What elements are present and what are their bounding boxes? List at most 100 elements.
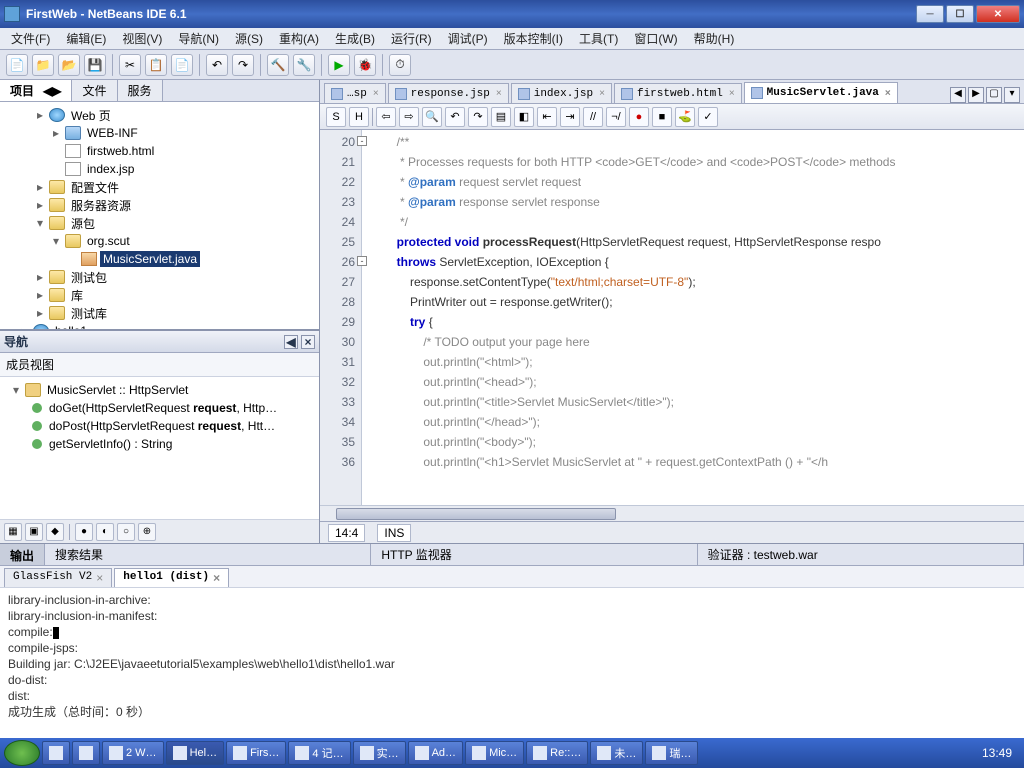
taskbar-item[interactable]: 实…: [353, 741, 406, 765]
navigator-tree[interactable]: ▾MusicServlet :: HttpServletdoGet(HttpSe…: [0, 377, 319, 519]
nav-back-button[interactable]: ⇦: [376, 107, 396, 127]
nav-btn[interactable]: ◐: [96, 523, 114, 541]
output-subtab[interactable]: GlassFish V2 ×: [4, 568, 112, 587]
save-button[interactable]: 💾: [84, 54, 106, 76]
tree-node[interactable]: index.jsp: [4, 160, 315, 178]
system-tray-clock[interactable]: 13:49: [974, 746, 1020, 760]
history-button[interactable]: H: [349, 107, 369, 127]
nav-member[interactable]: ▾MusicServlet :: HttpServlet: [4, 381, 315, 399]
taskbar-item[interactable]: Mic…: [465, 741, 524, 765]
menu-item[interactable]: 帮助(H): [687, 28, 742, 49]
shift-right-button[interactable]: ⇥: [560, 107, 580, 127]
nav-close-icon[interactable]: ×: [301, 335, 315, 349]
tab-projects[interactable]: 项目 ◀▶: [0, 80, 72, 101]
nav-btn[interactable]: ▦: [4, 523, 22, 541]
tree-node[interactable]: ▸库: [4, 286, 315, 304]
editor-tab[interactable]: MusicServlet.java×: [744, 82, 898, 103]
menu-item[interactable]: 文件(F): [4, 28, 57, 49]
code-area[interactable]: /** * Processes requests for both HTTP <…: [362, 130, 1024, 505]
taskbar-item[interactable]: 瑞…: [645, 741, 698, 765]
highlight-button[interactable]: ▤: [491, 107, 511, 127]
open-button[interactable]: 📂: [58, 54, 80, 76]
cut-button[interactable]: ✂: [119, 54, 141, 76]
undo-button[interactable]: ↶: [206, 54, 228, 76]
tree-node[interactable]: MusicServlet.java: [4, 250, 315, 268]
validator-tab[interactable]: 验证器 : testweb.war: [698, 544, 1024, 565]
uncomment-button[interactable]: ¬/: [606, 107, 626, 127]
start-button[interactable]: [4, 740, 40, 766]
find-prev-button[interactable]: ↶: [445, 107, 465, 127]
nav-btn[interactable]: ◆: [46, 523, 64, 541]
shift-left-button[interactable]: ⇤: [537, 107, 557, 127]
taskbar-item[interactable]: Re::…: [526, 741, 588, 765]
toggle-button[interactable]: ◧: [514, 107, 534, 127]
tree-node[interactable]: ▸服务器资源: [4, 196, 315, 214]
tab-services[interactable]: 服务: [118, 80, 163, 101]
arrow-icon[interactable]: ▶: [52, 84, 61, 98]
taskbar-item[interactable]: 4 记…: [288, 741, 350, 765]
tree-node[interactable]: ▾源包: [4, 214, 315, 232]
taskbar-item[interactable]: 2 W…: [102, 741, 164, 765]
find-next-button[interactable]: ↷: [468, 107, 488, 127]
close-button[interactable]: ✕: [976, 5, 1020, 23]
clean-build-button[interactable]: 🔧: [293, 54, 315, 76]
menu-item[interactable]: 源(S): [228, 28, 270, 49]
redo-button[interactable]: ↷: [232, 54, 254, 76]
nav-fwd-button[interactable]: ⇨: [399, 107, 419, 127]
copy-button[interactable]: 📋: [145, 54, 167, 76]
search-results-tab[interactable]: 搜索结果: [45, 544, 371, 565]
menu-item[interactable]: 视图(V): [115, 28, 169, 49]
output-subtab[interactable]: hello1 (dist) ×: [114, 568, 229, 587]
menu-item[interactable]: 生成(B): [328, 28, 382, 49]
menu-item[interactable]: 导航(N): [171, 28, 226, 49]
line-gutter[interactable]: 20-212223242526-27282930313233343536: [320, 130, 362, 505]
menu-item[interactable]: 窗口(W): [627, 28, 684, 49]
taskbar-item[interactable]: [72, 741, 100, 765]
menu-item[interactable]: 重构(A): [272, 28, 326, 49]
taskbar-item[interactable]: Hel…: [166, 741, 225, 765]
taskbar-item[interactable]: [42, 741, 70, 765]
output-label[interactable]: 输出: [0, 544, 45, 565]
tree-node[interactable]: ▸hello1: [4, 322, 315, 329]
stop-macro-button[interactable]: ■: [652, 107, 672, 127]
output-body[interactable]: library-inclusion-in-archive:library-inc…: [0, 588, 1024, 738]
tab-files[interactable]: 文件: [72, 80, 117, 101]
editor-tab[interactable]: …sp×: [324, 83, 386, 103]
profile-button[interactable]: ⏱: [389, 54, 411, 76]
arrow-icon[interactable]: ◀: [43, 84, 52, 98]
editor-tab[interactable]: response.jsp×: [388, 83, 509, 103]
nav-btn[interactable]: ▣: [25, 523, 43, 541]
editor-tab[interactable]: index.jsp×: [511, 83, 612, 103]
check-button[interactable]: ✓: [698, 107, 718, 127]
maximize-button[interactable]: ☐: [946, 5, 974, 23]
taskbar-item[interactable]: Ad…: [408, 741, 463, 765]
new-project-button[interactable]: 📁: [32, 54, 54, 76]
editor-tab[interactable]: firstweb.html×: [614, 83, 742, 103]
prev-tab-icon[interactable]: ◀: [950, 87, 966, 103]
tree-node[interactable]: firstweb.html: [4, 142, 315, 160]
navigator-view-combo[interactable]: 成员视图: [0, 353, 319, 377]
tree-node[interactable]: ▸测试包: [4, 268, 315, 286]
debug-button[interactable]: 🐞: [354, 54, 376, 76]
menu-item[interactable]: 调试(P): [441, 28, 495, 49]
tree-node[interactable]: ▸Web 页: [4, 106, 315, 124]
menu-item[interactable]: 工具(T): [572, 28, 625, 49]
run-button[interactable]: ▶: [328, 54, 350, 76]
project-tree[interactable]: ▸Web 页▸WEB-INFfirstweb.htmlindex.jsp▸配置文…: [0, 102, 319, 329]
nav-member[interactable]: doGet(HttpServletRequest request, Http…: [4, 399, 315, 417]
record-macro-button[interactable]: ●: [629, 107, 649, 127]
tree-node[interactable]: ▸配置文件: [4, 178, 315, 196]
tab-list-icon[interactable]: ▾: [1004, 87, 1020, 103]
tree-node[interactable]: ▸WEB-INF: [4, 124, 315, 142]
menu-item[interactable]: 编辑(E): [59, 28, 113, 49]
minimize-button[interactable]: ─: [916, 5, 944, 23]
build-button[interactable]: 🔨: [267, 54, 289, 76]
find-button[interactable]: 🔍: [422, 107, 442, 127]
taskbar-item[interactable]: Firs…: [226, 741, 286, 765]
comment-button[interactable]: //: [583, 107, 603, 127]
new-file-button[interactable]: 📄: [6, 54, 28, 76]
http-monitor-tab[interactable]: HTTP 监视器: [371, 544, 697, 565]
menu-item[interactable]: 版本控制(I): [497, 28, 570, 49]
menu-item[interactable]: 运行(R): [384, 28, 439, 49]
tree-node[interactable]: ▾org.scut: [4, 232, 315, 250]
